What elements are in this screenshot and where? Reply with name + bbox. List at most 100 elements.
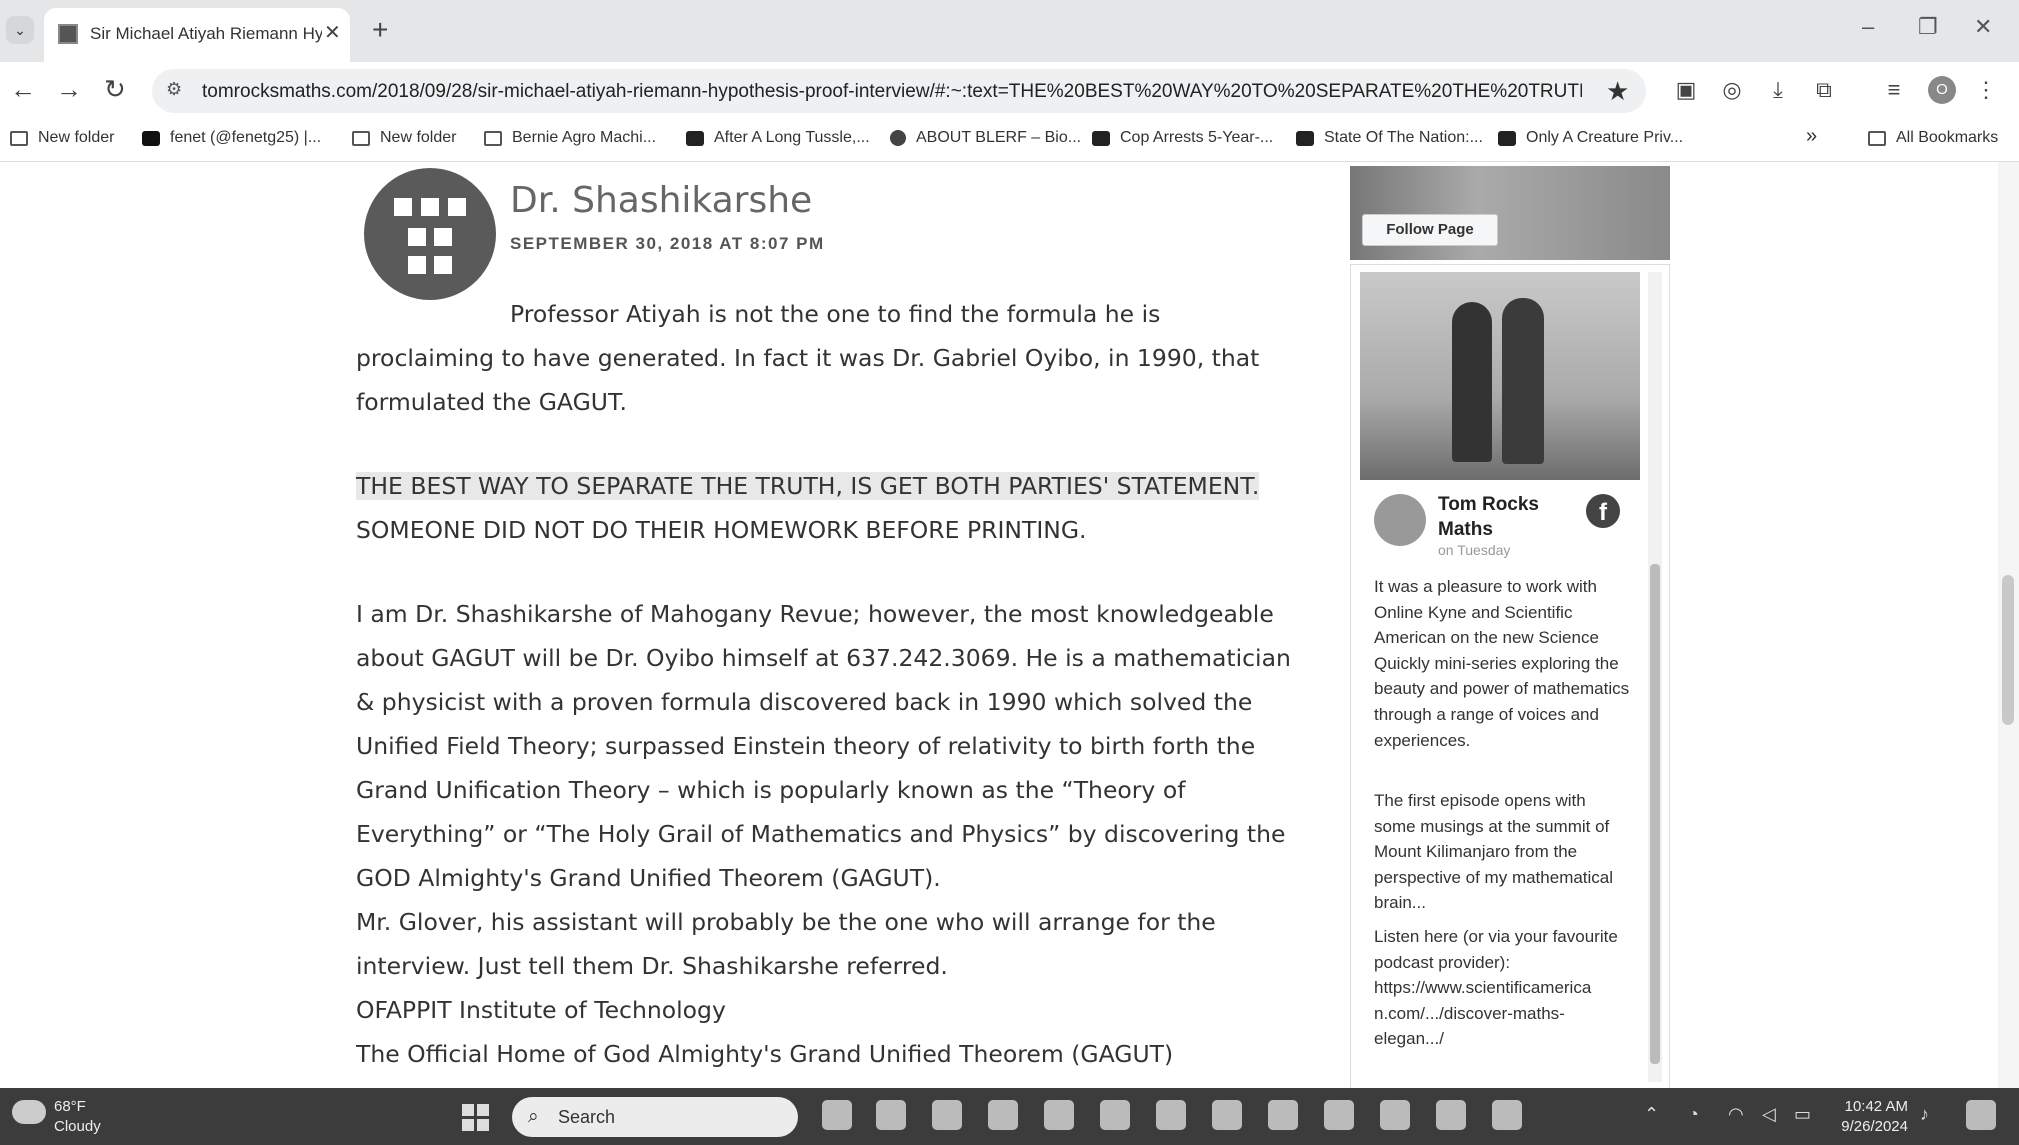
app-icon[interactable] bbox=[932, 1100, 962, 1130]
taskbar: 68°F Cloudy ⌕ Search ⌃ ◔ ◠ ◁ ▭ 10:42 AM … bbox=[0, 1088, 2019, 1145]
tiktok-icon bbox=[142, 130, 160, 146]
post-time[interactable]: on Tuesday bbox=[1438, 542, 1510, 558]
photo-figure bbox=[1452, 302, 1492, 462]
app-icon[interactable] bbox=[1492, 1100, 1522, 1130]
network-icon[interactable]: ◔ bbox=[1688, 1104, 1699, 1125]
chevron-up-icon[interactable]: ⌃ bbox=[1644, 1104, 1659, 1125]
folder-icon bbox=[484, 130, 502, 146]
youtube-icon bbox=[1296, 130, 1314, 146]
comment-line: about GAGUT will be Dr. Oyibo himself at… bbox=[356, 644, 1291, 672]
page-name[interactable]: Tom Rocks Maths bbox=[1438, 492, 1558, 542]
bookmark-star-icon[interactable]: ★ bbox=[1606, 76, 1629, 107]
volume-icon[interactable]: ◁ bbox=[1762, 1104, 1776, 1125]
comment-line: Everything” or “The Holy Grail of Mathem… bbox=[356, 820, 1286, 848]
forward-button[interactable]: → bbox=[56, 74, 82, 105]
terminal-icon[interactable] bbox=[1156, 1100, 1186, 1130]
site-info-icon[interactable]: ⚙ bbox=[166, 79, 182, 100]
photo-figure bbox=[1502, 298, 1544, 464]
app-icon[interactable] bbox=[988, 1100, 1018, 1130]
weather-condition[interactable]: Cloudy bbox=[54, 1118, 101, 1135]
page-avatar[interactable] bbox=[1374, 494, 1426, 546]
restore-button[interactable]: ❐ bbox=[1918, 14, 1938, 40]
media-control-icon[interactable]: ≡ bbox=[1880, 76, 1908, 104]
bookmark-item[interactable]: State Of The Nation:... bbox=[1296, 129, 1483, 147]
app-icon[interactable] bbox=[1044, 1100, 1074, 1130]
reload-button[interactable]: ↻ bbox=[104, 74, 126, 105]
app-icon[interactable] bbox=[1324, 1100, 1354, 1130]
globe-icon bbox=[890, 130, 906, 146]
post-photo[interactable] bbox=[1360, 272, 1640, 480]
task-view-icon[interactable] bbox=[822, 1100, 852, 1130]
youtube-icon bbox=[1092, 130, 1110, 146]
tab-strip: ⌄ Sir Michael Atiyah Riemann Hyp ✕ + – ❐… bbox=[0, 0, 2019, 62]
clock-date[interactable]: 9/26/2024 bbox=[1830, 1118, 1908, 1135]
url-text[interactable]: tomrocksmaths.com/2018/09/28/sir-michael… bbox=[202, 81, 1582, 103]
folder-icon bbox=[1868, 130, 1886, 146]
comment-line: OFAPPIT Institute of Technology bbox=[356, 996, 726, 1024]
follow-page-button[interactable]: Follow Page bbox=[1362, 214, 1498, 246]
comment-line: Mr. Glover, his assistant will probably … bbox=[356, 908, 1216, 936]
address-bar[interactable]: ⚙ tomrocksmaths.com/2018/09/28/sir-micha… bbox=[152, 69, 1646, 113]
comment-line: formulated the GAGUT. bbox=[356, 388, 628, 416]
bookmark-item[interactable]: Only A Creature Priv... bbox=[1498, 129, 1683, 147]
tab-search-button[interactable]: ⌄ bbox=[6, 16, 34, 44]
extension-icon[interactable]: ◎ bbox=[1718, 76, 1746, 104]
comment-line: proclaiming to have generated. In fact i… bbox=[356, 344, 1260, 372]
commenter-avatar bbox=[364, 168, 496, 300]
reading-mode-icon[interactable]: ▣ bbox=[1672, 76, 1700, 104]
folder-icon bbox=[352, 130, 370, 146]
post-paragraph[interactable]: Listen here (or via your favourite podca… bbox=[1374, 924, 1630, 1052]
back-button[interactable]: ← bbox=[10, 74, 36, 105]
comment-line: interview. Just tell them Dr. Shashikars… bbox=[356, 952, 948, 980]
wifi-icon[interactable]: ◠ bbox=[1728, 1104, 1744, 1125]
widget-scroll-thumb[interactable] bbox=[1650, 564, 1660, 1064]
comment-date[interactable]: SEPTEMBER 30, 2018 AT 8:07 PM bbox=[510, 234, 825, 254]
chrome-icon[interactable] bbox=[1380, 1100, 1410, 1130]
comment-line: SOMEONE DID NOT DO THEIR HOMEWORK BEFORE… bbox=[356, 516, 1087, 544]
profile-avatar[interactable]: O bbox=[1928, 76, 1956, 104]
site-favicon-icon bbox=[58, 24, 78, 44]
search-icon: ⌕ bbox=[528, 1106, 539, 1127]
comment-line: The Official Home of God Almighty's Gran… bbox=[356, 1040, 1174, 1068]
app-icon[interactable] bbox=[876, 1100, 906, 1130]
cloud-icon[interactable] bbox=[12, 1100, 46, 1124]
copilot-icon[interactable] bbox=[1966, 1100, 1996, 1130]
page-scroll-thumb[interactable] bbox=[2002, 575, 2014, 725]
comment-line: Grand Unification Theory – which is popu… bbox=[356, 776, 1186, 804]
bookmark-item[interactable]: Bernie Agro Machi... bbox=[484, 129, 656, 147]
close-tab-icon[interactable]: ✕ bbox=[324, 20, 341, 45]
more-menu-icon[interactable]: ⋮ bbox=[1972, 76, 2000, 104]
bookmark-item[interactable]: New folder bbox=[10, 129, 114, 147]
app-icon[interactable] bbox=[1100, 1100, 1130, 1130]
new-tab-button[interactable]: + bbox=[372, 14, 388, 46]
active-tab[interactable]: Sir Michael Atiyah Riemann Hyp ✕ bbox=[44, 8, 350, 62]
notification-bell-icon[interactable]: ♪ bbox=[1920, 1104, 1929, 1125]
app-icon[interactable] bbox=[1212, 1100, 1242, 1130]
comment-author[interactable]: Dr. Shashikarshe bbox=[510, 180, 812, 221]
youtube-icon bbox=[686, 130, 704, 146]
notepad-icon[interactable] bbox=[1268, 1100, 1298, 1130]
youtube-icon bbox=[1498, 130, 1516, 146]
taskbar-search[interactable]: ⌕ Search bbox=[512, 1097, 798, 1137]
battery-icon[interactable]: ▭ bbox=[1794, 1104, 1811, 1125]
clock-time[interactable]: 10:42 AM bbox=[1838, 1098, 1908, 1115]
bookmark-item[interactable]: fenet (@fenetg25) |... bbox=[142, 129, 321, 147]
brave-icon[interactable] bbox=[1436, 1100, 1466, 1130]
post-paragraph: The first episode opens with some musing… bbox=[1374, 791, 1614, 913]
bookmark-item[interactable]: New folder bbox=[352, 129, 456, 147]
start-icon[interactable] bbox=[462, 1104, 490, 1132]
browser-toolbar: ← → ↻ ⚙ tomrocksmaths.com/2018/09/28/sir… bbox=[0, 62, 2019, 118]
download-icon[interactable]: ⤓ bbox=[1764, 76, 1792, 104]
facebook-icon[interactable]: f bbox=[1586, 494, 1620, 528]
close-window-button[interactable]: ✕ bbox=[1974, 14, 1992, 40]
bookmark-item[interactable]: After A Long Tussle,... bbox=[686, 129, 870, 147]
weather-temperature[interactable]: 68°F bbox=[54, 1098, 86, 1115]
tab-title: Sir Michael Atiyah Riemann Hyp bbox=[90, 24, 322, 43]
comment-line: I am Dr. Shashikarshe of Mahogany Revue;… bbox=[356, 600, 1274, 628]
bookmarks-overflow-button[interactable]: » bbox=[1806, 125, 1817, 148]
bookmark-item[interactable]: ABOUT BLERF – Bio... bbox=[890, 129, 1081, 147]
extensions-puzzle-icon[interactable]: ⧉ bbox=[1810, 76, 1838, 104]
all-bookmarks-button[interactable]: All Bookmarks bbox=[1868, 129, 1998, 147]
bookmark-item[interactable]: Cop Arrests 5-Year-... bbox=[1092, 129, 1273, 147]
minimize-button[interactable]: – bbox=[1862, 14, 1874, 40]
